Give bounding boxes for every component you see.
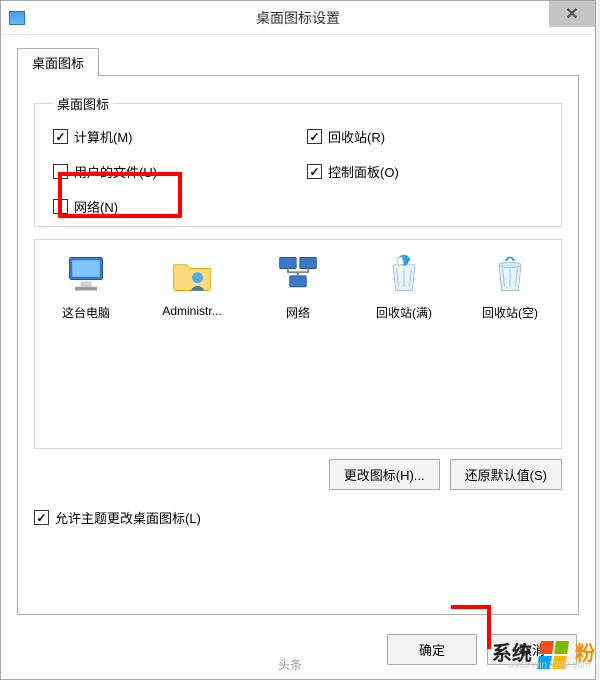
titlebar: 桌面图标设置 ✕: [1, 1, 595, 35]
window-title: 桌面图标设置: [256, 8, 340, 28]
close-button[interactable]: ✕: [549, 1, 595, 27]
icon-buttons-row: 更改图标(H)... 还原默认值(S): [34, 459, 562, 490]
checkbox-computer[interactable]: [53, 129, 68, 144]
icon-item-recycle-full[interactable]: 回收站(满): [363, 250, 445, 321]
checkbox-label: 网络(N): [74, 197, 118, 216]
icon-item-this-pc[interactable]: 这台电脑: [45, 250, 127, 321]
toutiao-watermark: 头条: [278, 656, 302, 673]
ok-button[interactable]: 确定: [387, 634, 477, 665]
restore-defaults-button[interactable]: 还原默认值(S): [450, 459, 562, 490]
change-icon-button[interactable]: 更改图标(H)...: [329, 459, 440, 490]
monitor-icon: [62, 250, 110, 298]
recycle-bin-full-icon: [380, 250, 428, 298]
checkbox-label: 控制面板(O): [328, 162, 399, 181]
allow-theme-row[interactable]: 允许主题更改桌面图标(L): [34, 508, 562, 527]
checkbox-user-files[interactable]: [53, 164, 68, 179]
network-icon: [274, 250, 322, 298]
window-body: 桌面图标 桌面图标 计算机(M) 回收站(R): [1, 35, 595, 625]
tab-desktop-icons[interactable]: 桌面图标: [17, 48, 99, 76]
checkbox-network[interactable]: [53, 199, 68, 214]
icon-label: 回收站(空): [482, 304, 538, 321]
checkbox-label: 回收站(R): [328, 127, 385, 146]
checkbox-item-computer[interactable]: 计算机(M): [53, 127, 297, 146]
checkbox-grid: 计算机(M) 回收站(R) 用户的文件(U) 控制面板(O): [53, 127, 551, 216]
recycle-bin-empty-icon: [486, 250, 534, 298]
allow-theme-label: 允许主题更改桌面图标(L): [55, 508, 201, 527]
tab-strip: 桌面图标: [17, 47, 579, 75]
dialog-window: 桌面图标设置 ✕ 桌面图标 桌面图标 计算机(M) 回收站(R): [0, 0, 596, 680]
user-folder-icon: [168, 250, 216, 298]
checkbox-label: 计算机(M): [74, 127, 133, 146]
icon-item-network[interactable]: 网络: [257, 250, 339, 321]
desktop-settings-icon: [9, 11, 25, 25]
icon-item-administrator[interactable]: Administr...: [151, 250, 233, 321]
site-watermark: 系统 粉 www.win7999.com: [492, 637, 595, 669]
icon-preview-panel: 这台电脑 Administr...: [34, 239, 562, 449]
tab-content: 桌面图标 计算机(M) 回收站(R) 用户的文件(U): [17, 75, 579, 615]
checkbox-recyclebin[interactable]: [307, 129, 322, 144]
icon-label: 网络: [286, 304, 310, 321]
icon-label: 这台电脑: [62, 304, 110, 321]
checkbox-control-panel[interactable]: [307, 164, 322, 179]
icon-label: Administr...: [162, 304, 221, 318]
watermark-url: www.win7999.com: [508, 660, 591, 671]
checkbox-label: 用户的文件(U): [74, 162, 157, 181]
checkbox-item-user-files[interactable]: 用户的文件(U): [53, 162, 297, 181]
group-desktop-icons: 桌面图标 计算机(M) 回收站(R) 用户的文件(U): [34, 94, 562, 227]
group-legend: 桌面图标: [53, 94, 113, 113]
icon-label: 回收站(满): [376, 304, 432, 321]
checkbox-allow-theme[interactable]: [34, 510, 49, 525]
checkbox-item-control-panel[interactable]: 控制面板(O): [307, 162, 551, 181]
checkbox-item-recyclebin[interactable]: 回收站(R): [307, 127, 551, 146]
icon-item-recycle-empty[interactable]: 回收站(空): [469, 250, 551, 321]
icon-list: 这台电脑 Administr...: [45, 250, 551, 321]
checkbox-item-network[interactable]: 网络(N): [53, 197, 551, 216]
